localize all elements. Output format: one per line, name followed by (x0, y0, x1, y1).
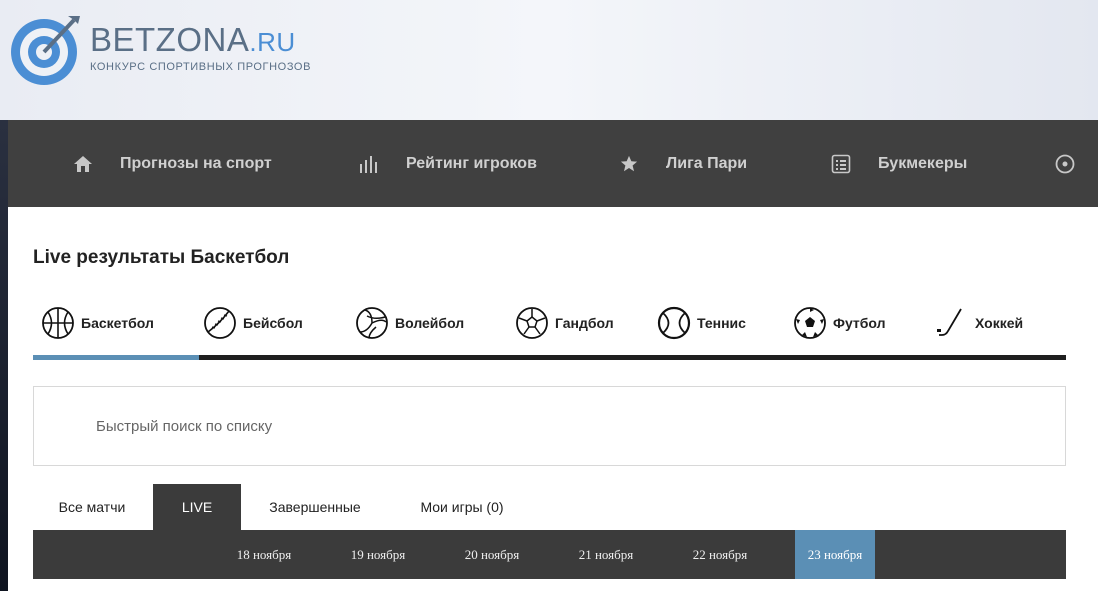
nav-item-label: Рейтинг игроков (406, 154, 537, 172)
date-item[interactable]: 21 ноября (566, 530, 646, 579)
volleyball-icon (356, 307, 388, 339)
circle-play-icon (1054, 153, 1076, 175)
sport-tabs: Баскетбол Бейсбол Волейбол Гандбол Тенни… (33, 303, 1066, 361)
date-item[interactable]: 18 ноября (224, 530, 304, 579)
tab-baseball[interactable]: Бейсбол (203, 303, 303, 343)
nav-item-label: Лига Пари (666, 154, 748, 172)
bar-chart-icon (358, 153, 380, 175)
date-item[interactable]: 20 ноября (452, 530, 532, 579)
nav-item-predictions[interactable]: Прогнозы на спорт (72, 120, 272, 207)
logo-tld: .RU (249, 27, 296, 57)
target-logo-icon (11, 16, 80, 85)
nav-item-rating[interactable]: Рейтинг игроков (358, 120, 537, 207)
tab-label: Теннис (697, 315, 746, 331)
sport-tabs-underline (33, 355, 1066, 360)
tab-label: Хоккей (975, 315, 1024, 331)
tab-label: Баскетбол (81, 315, 154, 331)
page-title: Live результаты Баскетбол (33, 247, 290, 268)
tab-label: Футбол (833, 315, 886, 331)
tennis-icon (657, 306, 691, 340)
filter-finished[interactable]: Завершенные (255, 484, 375, 530)
nav-more-button[interactable] (1054, 120, 1076, 207)
tab-volleyball[interactable]: Волейбол (355, 303, 464, 343)
nav-item-label: Прогнозы на спорт (120, 154, 272, 172)
hockey-icon (937, 308, 962, 336)
tab-hockey[interactable]: Хоккей (935, 303, 1023, 343)
filter-tabs: Все матчи LIVE Завершенные Мои игры (0) (33, 484, 1066, 530)
main-nav: Прогнозы на спорт Рейтинг игроков Лига П… (8, 120, 1098, 207)
nav-item-bookmakers[interactable]: Букмекеры (830, 120, 967, 207)
active-tab-indicator (33, 355, 199, 360)
filter-live[interactable]: LIVE (153, 484, 241, 530)
filter-my-games[interactable]: Мои игры (0) (399, 484, 525, 530)
date-item[interactable]: 22 ноября (680, 530, 760, 579)
tab-tennis[interactable]: Теннис (657, 303, 746, 343)
site-logo[interactable]: BETZONA.RU КОНКУРС СПОРТИВНЫХ ПРОГНОЗОВ (8, 12, 311, 88)
filter-all-matches[interactable]: Все матчи (33, 484, 151, 530)
search-box (33, 386, 1066, 466)
handball-icon (516, 307, 548, 339)
tab-basketball[interactable]: Баскетбол (41, 303, 154, 343)
logo-name: BETZONA (90, 21, 250, 58)
star-icon (618, 153, 640, 175)
main-content: Live результаты Баскетбол Баскетбол Бейс… (8, 207, 1098, 591)
date-item-active[interactable]: 23 ноября (795, 530, 875, 579)
nav-item-label: Букмекеры (878, 154, 968, 172)
tab-label: Волейбол (395, 315, 465, 331)
list-icon (830, 153, 852, 175)
tab-football[interactable]: Футбол (793, 303, 886, 343)
date-selector: 18 ноября 19 ноября 20 ноября 21 ноября … (33, 530, 1066, 579)
basketball-icon (42, 307, 74, 339)
search-input[interactable] (34, 387, 1065, 465)
logo-tagline: КОНКУРС СПОРТИВНЫХ ПРОГНОЗОВ (90, 61, 312, 73)
football-icon (794, 307, 826, 339)
tab-handball[interactable]: Гандбол (515, 303, 614, 343)
tab-label: Бейсбол (243, 315, 303, 331)
home-icon (72, 153, 94, 175)
nav-item-liga-pari[interactable]: Лига Пари (618, 120, 747, 207)
tab-label: Гандбол (555, 315, 614, 331)
date-item[interactable]: 19 ноября (338, 530, 418, 579)
baseball-icon (204, 307, 236, 339)
